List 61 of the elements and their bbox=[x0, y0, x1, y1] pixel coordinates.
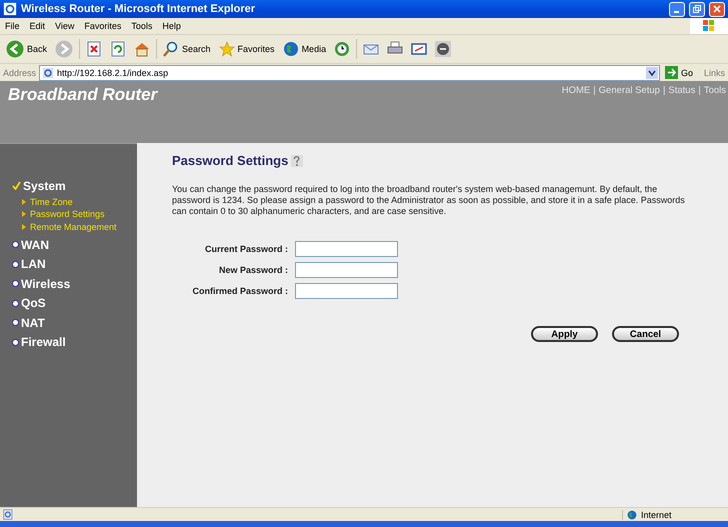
field-label: Confirmed Password : bbox=[191, 286, 288, 296]
back-button[interactable]: Back bbox=[4, 40, 50, 58]
menu-item[interactable]: Tools bbox=[126, 21, 158, 31]
sidebar-item[interactable]: LAN bbox=[0, 254, 137, 274]
media-button[interactable]: Media bbox=[280, 41, 328, 57]
favorites-button[interactable]: Favorites bbox=[216, 41, 277, 57]
password-field[interactable] bbox=[295, 241, 398, 257]
page-title: Password Settings bbox=[172, 153, 288, 168]
house-icon bbox=[134, 41, 150, 57]
submenu-item[interactable]: Remote Management bbox=[22, 220, 137, 233]
address-label: Address bbox=[3, 68, 36, 78]
sidebar-item[interactable]: System bbox=[0, 176, 137, 196]
globe-icon bbox=[282, 41, 299, 57]
link-separator: | bbox=[662, 85, 666, 96]
search-button[interactable]: Search bbox=[161, 41, 213, 57]
apply-button[interactable]: Apply bbox=[531, 326, 598, 342]
edit-button[interactable] bbox=[409, 41, 430, 57]
link-separator: | bbox=[593, 85, 596, 96]
close-icon bbox=[713, 5, 721, 13]
description-text: You can change the password required to log into the broadband router's system web-based managemunt. By default, the password is 1234. So please assign a password to the Administrator as soon as possible, and store it in a safe place. Passwords can contain 0 to 30 alphanumeric characters, and are case sensitive. bbox=[172, 184, 686, 217]
restore-icon bbox=[693, 5, 701, 13]
menu-item[interactable]: View bbox=[50, 21, 80, 31]
messenger-button[interactable] bbox=[433, 41, 454, 57]
clock-icon bbox=[334, 41, 350, 57]
logo-text: Broadband Router bbox=[8, 85, 158, 105]
sidebar-item[interactable]: WAN bbox=[0, 235, 137, 254]
submenu-item[interactable]: Time Zone bbox=[22, 196, 137, 208]
submenu-item[interactable]: Password Settings bbox=[22, 208, 137, 220]
sidebar-item[interactable]: NAT bbox=[0, 313, 137, 332]
field-label: New Password : bbox=[218, 265, 288, 275]
go-button[interactable]: Go bbox=[662, 66, 701, 79]
restore-button[interactable] bbox=[689, 2, 705, 16]
address-field[interactable]: http://192.168.2.1/index.asp bbox=[39, 64, 660, 80]
menu-item[interactable]: File bbox=[0, 21, 25, 31]
menu-item[interactable]: Favorites bbox=[79, 21, 126, 31]
search-icon bbox=[163, 41, 180, 57]
zone-label: Internet bbox=[641, 510, 672, 520]
arrow-icon bbox=[664, 66, 678, 79]
password-field[interactable] bbox=[295, 283, 398, 299]
close-button[interactable] bbox=[709, 2, 725, 16]
sidebar-item[interactable]: QoS bbox=[0, 294, 137, 313]
windows-logo-icon bbox=[690, 18, 728, 34]
links-label[interactable]: Links bbox=[704, 68, 725, 78]
menu-item[interactable]: Edit bbox=[24, 21, 50, 31]
browser-page-icon bbox=[3, 2, 17, 16]
globe-icon bbox=[627, 510, 637, 520]
cancel-button[interactable]: Cancel bbox=[612, 326, 679, 342]
link-separator: | bbox=[698, 85, 701, 96]
refresh-icon bbox=[110, 41, 126, 57]
field-label: Current Password : bbox=[204, 244, 288, 254]
page-status-icon bbox=[3, 509, 14, 520]
help-icon[interactable] bbox=[291, 154, 304, 166]
star-icon bbox=[218, 41, 235, 57]
password-field[interactable] bbox=[295, 262, 398, 278]
window-title: Wireless Router - Microsoft Internet Explorer bbox=[21, 3, 256, 15]
stop-icon bbox=[86, 41, 102, 57]
sidebar-item[interactable]: Firewall bbox=[0, 332, 137, 352]
menu-item[interactable]: Help bbox=[157, 21, 186, 31]
edit-page-icon bbox=[411, 41, 428, 57]
minimize-button[interactable] bbox=[669, 2, 685, 16]
sidebar-item[interactable]: Wireless bbox=[0, 274, 137, 294]
